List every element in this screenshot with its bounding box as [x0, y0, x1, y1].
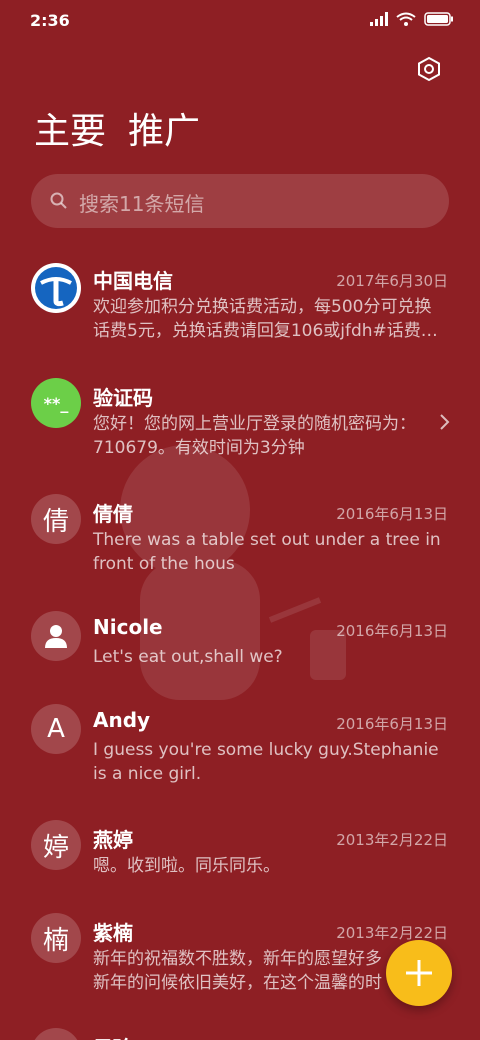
- sender-name: 紫楠: [93, 921, 133, 945]
- message-item-yanting[interactable]: 婷 燕婷 2013年2月22日 嗯。收到啦。同乐同乐。: [0, 814, 480, 894]
- message-item-ziling[interactable]: 子玲: [0, 1022, 480, 1040]
- search-bar[interactable]: 搜索11条短信: [31, 174, 449, 228]
- message-preview: I guess you're some lucky guy.Stephanie …: [93, 740, 439, 784]
- message-item-verification-code[interactable]: **_ 验证码 您好！您的网上营业厅登录的随机密码为： 710679。有效时间为…: [0, 372, 480, 472]
- message-item-andy[interactable]: A Andy 2016年6月13日 I guess you're some lu…: [0, 698, 480, 798]
- status-time: 2:36: [30, 11, 70, 30]
- message-preview: 嗯。收到啦。同乐同乐。: [93, 856, 280, 876]
- message-item-china-telecom[interactable]: 中国电信 2017年6月30日 欢迎参加积分兑换话费活动，每500分可兑换 话费…: [0, 255, 480, 355]
- contact-avatar: 婷: [31, 820, 81, 870]
- message-preview: 欢迎参加积分兑换话费活动，每500分可兑换 话费5元，兑换话费请回复106或jf…: [93, 297, 438, 341]
- message-preview: 您好！您的网上营业厅登录的随机密码为： 710679。有效时间为3分钟: [93, 414, 416, 458]
- verification-code-avatar: **_: [31, 378, 81, 428]
- message-date: 2016年6月13日: [336, 505, 448, 523]
- search-icon: [50, 192, 67, 209]
- search-placeholder: 搜索11条短信: [79, 192, 205, 216]
- message-preview: There was a table set out under a tree i…: [93, 530, 441, 574]
- wifi-icon: [396, 12, 416, 26]
- sender-name: 子玲: [93, 1032, 133, 1040]
- contact-avatar: 楠: [31, 913, 81, 963]
- message-date: 2013年2月22日: [336, 831, 448, 849]
- chevron-right-icon[interactable]: [438, 412, 450, 432]
- signal-icon: [370, 12, 388, 26]
- contact-avatar: 倩: [31, 494, 81, 544]
- tab-primary[interactable]: 主要: [34, 110, 106, 154]
- person-icon: [31, 611, 81, 661]
- contact-avatar: A: [31, 704, 81, 754]
- settings-gear-icon[interactable]: [416, 56, 442, 82]
- tab-bar: 主要 推广: [34, 110, 200, 154]
- message-preview: Let's eat out,shall we?: [93, 647, 283, 667]
- message-item-nicole[interactable]: Nicole 2016年6月13日 Let's eat out,shall we…: [0, 605, 480, 685]
- message-date: 2016年6月13日: [336, 622, 448, 640]
- sender-name: 中国电信: [93, 269, 173, 293]
- message-item-qianqian[interactable]: 倩 倩倩 2016年6月13日 There was a table set ou…: [0, 488, 480, 588]
- sender-name: 燕婷: [93, 828, 133, 852]
- sender-name: 验证码: [93, 386, 153, 410]
- sender-name: Nicole: [93, 615, 163, 639]
- message-date: 2017年6月30日: [336, 272, 448, 290]
- message-date: 2016年6月13日: [336, 715, 448, 733]
- status-bar: 2:36: [0, 0, 480, 40]
- tab-promotions[interactable]: 推广: [128, 110, 200, 154]
- sender-name: Andy: [93, 708, 151, 732]
- china-telecom-logo-icon: [31, 263, 81, 313]
- battery-icon: [424, 12, 453, 26]
- contact-avatar: [31, 1028, 81, 1040]
- sender-name: 倩倩: [93, 502, 133, 526]
- new-message-button[interactable]: [386, 940, 452, 1006]
- plus-icon: [406, 960, 432, 986]
